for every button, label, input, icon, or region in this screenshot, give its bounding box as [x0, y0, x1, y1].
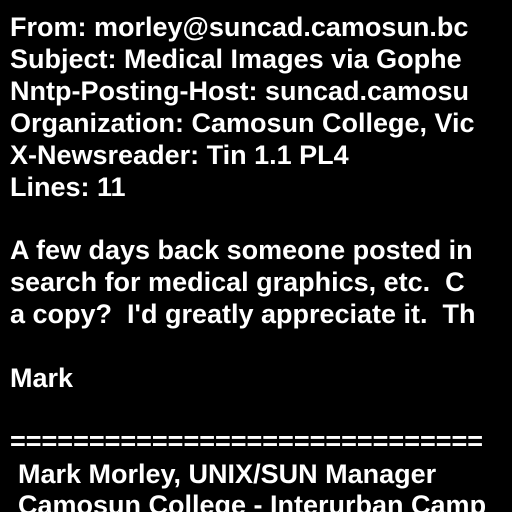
body-line-1: A few days back someone posted in — [10, 235, 473, 265]
lines-header: Lines: 11 — [10, 172, 126, 202]
from-header: From: morley@suncad.camosun.bc — [10, 12, 469, 42]
signature-rule: ============================== — [10, 426, 484, 456]
organization-header: Organization: Camosun College, Vic — [10, 108, 475, 138]
body-line-2: search for medical graphics, etc. C — [10, 267, 465, 297]
nntp-posting-host-header: Nntp-Posting-Host: suncad.camosu — [10, 76, 470, 106]
subject-header: Subject: Medical Images via Gophe — [10, 44, 462, 74]
body-line-3: a copy? I'd greatly appreciate it. Th — [10, 299, 476, 329]
signoff: Mark — [10, 363, 74, 393]
signature-college: Camosun College - Interurban Camp — [18, 490, 487, 512]
newsgroup-post: From: morley@suncad.camosun.bc Subject: … — [0, 0, 512, 512]
newsreader-header: X-Newsreader: Tin 1.1 PL4 — [10, 140, 349, 170]
signature-name: Mark Morley, UNIX/SUN Manager — [18, 459, 437, 489]
